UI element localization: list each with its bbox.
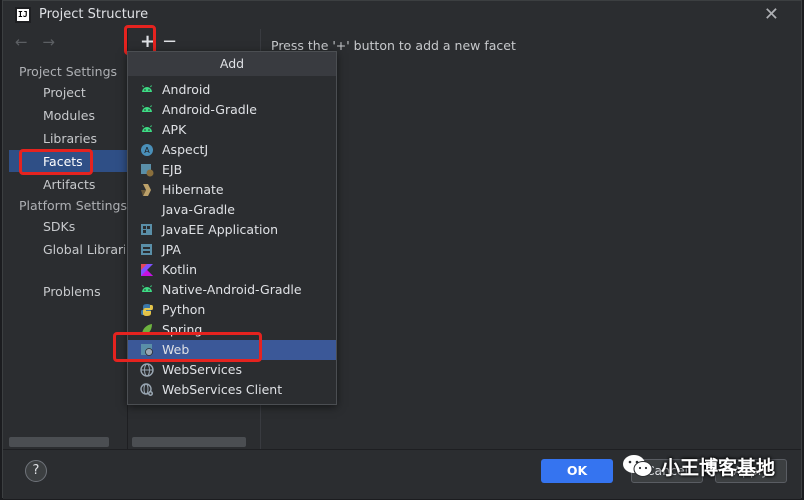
- facet-type-label: EJB: [162, 162, 183, 177]
- sidebar-item-project[interactable]: Project: [43, 85, 86, 100]
- facet-type-label: Native-Android-Gradle: [162, 282, 302, 297]
- hibernate-icon: [141, 184, 151, 196]
- sidebar-item-artifacts[interactable]: Artifacts: [43, 177, 95, 192]
- facet-type-java-gradle[interactable]: Java-Gradle: [128, 200, 336, 220]
- facet-type-label: JavaEE Application: [162, 222, 279, 237]
- facet-type-label: Java-Gradle: [162, 202, 235, 217]
- sidebar-scrollbar[interactable]: [9, 437, 109, 447]
- android-icon: [142, 85, 152, 92]
- facets-scrollbar[interactable]: [132, 437, 246, 447]
- sidebar-item-modules[interactable]: Modules: [43, 108, 95, 123]
- sidebar-item-global-libraries[interactable]: Global Libraries: [43, 242, 125, 257]
- remove-facet-button[interactable]: −: [162, 31, 177, 52]
- facet-type-label: Kotlin: [162, 262, 197, 277]
- facet-type-native-android-gradle[interactable]: Native-Android-Gradle: [128, 280, 336, 300]
- watermark-text: 小王博客基地: [661, 456, 776, 479]
- sidebar-item-libraries[interactable]: Libraries: [43, 131, 97, 146]
- title-bar: IJ Project Structure ✕: [3, 1, 801, 29]
- sidebar-item-problems[interactable]: Problems: [43, 284, 101, 299]
- facet-type-label: APK: [162, 122, 187, 137]
- facet-type-label: Python: [162, 302, 206, 317]
- facet-type-label: AspectJ: [162, 142, 209, 157]
- project-structure-dialog: IJ Project Structure ✕ ← → Project Setti…: [2, 0, 802, 499]
- help-button[interactable]: ?: [25, 460, 47, 482]
- python-icon: [141, 304, 153, 316]
- project-settings-header: Project Settings: [19, 64, 118, 79]
- android-icon: [142, 105, 152, 112]
- facet-type-label: JPA: [162, 242, 181, 257]
- android-icon: [142, 285, 152, 292]
- popup-title: Add: [128, 52, 336, 76]
- facet-type-label: WebServices Client: [162, 382, 283, 397]
- facet-type-jpa[interactable]: JPA: [128, 240, 336, 260]
- facet-type-javaee-application[interactable]: JavaEE Application: [128, 220, 336, 240]
- facet-type-hibernate[interactable]: Hibernate: [128, 180, 336, 200]
- facet-type-ejb[interactable]: EJB: [128, 160, 336, 180]
- facet-type-python[interactable]: Python: [128, 300, 336, 320]
- aspectj-icon: A: [141, 144, 153, 156]
- svg-text:A: A: [144, 146, 150, 155]
- sidebar-item-sdks[interactable]: SDKs: [43, 219, 75, 234]
- ok-button[interactable]: OK: [541, 459, 613, 483]
- wechat-logo-icon: [623, 455, 653, 477]
- globe-icon: [140, 363, 154, 377]
- globe-gear-icon: [140, 383, 153, 396]
- android-icon: [142, 125, 152, 132]
- web-item-highlight-box: [113, 332, 262, 362]
- facet-type-label: WebServices: [162, 362, 242, 377]
- kotlin-icon: [141, 264, 153, 276]
- close-icon[interactable]: ✕: [764, 4, 779, 25]
- platform-settings-header: Platform Settings: [19, 198, 127, 213]
- back-arrow-icon[interactable]: ←: [15, 33, 28, 51]
- facet-type-apk[interactable]: APK: [128, 120, 336, 140]
- facet-type-aspectj[interactable]: A AspectJ: [128, 140, 336, 160]
- facet-type-kotlin[interactable]: Kotlin: [128, 260, 336, 280]
- forward-arrow-icon[interactable]: →: [42, 33, 55, 51]
- jpa-icon: [141, 244, 152, 255]
- intellij-logo-icon: IJ: [15, 7, 31, 23]
- facet-type-android[interactable]: Android: [128, 80, 336, 100]
- javaee-icon: [141, 224, 152, 235]
- window-title: Project Structure: [39, 7, 149, 22]
- ejb-icon: [141, 164, 154, 177]
- settings-sidebar: ← → Project Settings Project Modules Lib…: [3, 29, 127, 449]
- facet-type-webservices-client[interactable]: WebServices Client: [128, 380, 336, 400]
- nav-arrows: ← →: [15, 33, 65, 51]
- facet-type-android-gradle[interactable]: Android-Gradle: [128, 100, 336, 120]
- facet-type-label: Hibernate: [162, 182, 224, 197]
- facet-type-label: Android-Gradle: [162, 102, 257, 117]
- facet-type-label: Android: [162, 82, 211, 97]
- watermark: 小王博客基地: [621, 449, 801, 483]
- facet-type-webservices[interactable]: WebServices: [128, 360, 336, 380]
- facets-highlight-box: [19, 149, 93, 175]
